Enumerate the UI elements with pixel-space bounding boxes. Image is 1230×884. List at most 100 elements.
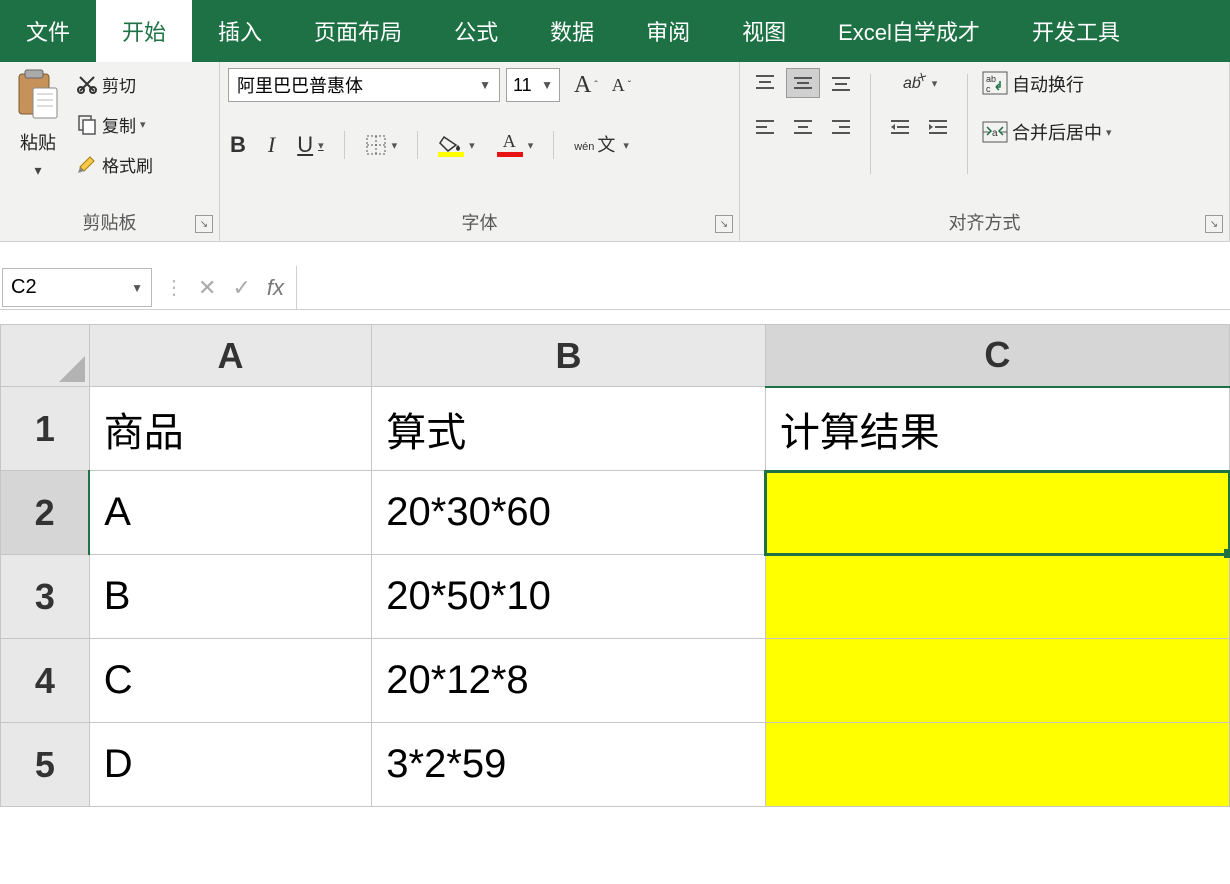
border-icon bbox=[365, 134, 387, 156]
select-all-corner[interactable] bbox=[1, 325, 90, 387]
font-color-icon: A bbox=[497, 133, 523, 157]
cancel-formula-button[interactable]: ✕ bbox=[198, 275, 216, 301]
increase-indent-button[interactable] bbox=[921, 112, 955, 142]
align-center-button[interactable] bbox=[786, 112, 820, 142]
cell-A5[interactable]: D bbox=[89, 723, 372, 807]
spreadsheet-grid: A B C 1 商品 算式 计算结果 2 A 20*30*60 3 B 20*5… bbox=[0, 324, 1230, 807]
paste-dropdown[interactable]: ▾ bbox=[34, 162, 41, 179]
row-header-5[interactable]: 5 bbox=[1, 723, 90, 807]
clipboard-launcher[interactable]: ↘ bbox=[195, 215, 213, 233]
formula-bar[interactable] bbox=[296, 266, 1230, 309]
tab-view[interactable]: 视图 bbox=[716, 0, 812, 62]
paste-icon bbox=[15, 68, 61, 122]
font-size-value: 11 bbox=[513, 75, 532, 96]
wrap-text-label: 自动换行 bbox=[1012, 71, 1084, 97]
tab-insert[interactable]: 插入 bbox=[192, 0, 288, 62]
font-size-select[interactable]: 11 ▼ bbox=[506, 68, 560, 102]
merge-center-button[interactable]: a 合并后居中 ▾ bbox=[980, 116, 1114, 148]
cell-A4[interactable]: C bbox=[89, 639, 372, 723]
border-button[interactable]: ▾ bbox=[363, 132, 400, 158]
fill-color-button[interactable]: ▾ bbox=[436, 131, 477, 159]
italic-button[interactable]: I bbox=[266, 130, 277, 160]
col-header-A[interactable]: A bbox=[89, 325, 372, 387]
col-header-C[interactable]: C bbox=[765, 325, 1229, 387]
cell-C3[interactable] bbox=[765, 555, 1229, 639]
merge-icon: a bbox=[982, 121, 1008, 143]
cut-button[interactable]: 剪切 bbox=[74, 68, 138, 100]
font-name-value: 阿里巴巴普惠体 bbox=[237, 72, 363, 98]
name-box-value: C2 bbox=[11, 276, 37, 299]
cell-B5[interactable]: 3*2*59 bbox=[372, 723, 766, 807]
cell-B3[interactable]: 20*50*10 bbox=[372, 555, 766, 639]
group-clipboard: 粘贴 ▾ 剪切 复制 ▾ 格式刷 剪贴板 ↘ bbox=[0, 62, 220, 241]
copy-button[interactable]: 复制 ▾ bbox=[74, 108, 148, 140]
row-header-3[interactable]: 3 bbox=[1, 555, 90, 639]
fx-button[interactable]: fx bbox=[267, 275, 284, 301]
cell-B1[interactable]: 算式 bbox=[372, 387, 766, 471]
svg-text:c: c bbox=[986, 84, 991, 94]
alignment-launcher[interactable]: ↘ bbox=[1205, 215, 1223, 233]
brush-icon bbox=[76, 153, 98, 175]
copy-label: 复制 bbox=[102, 112, 136, 137]
tab-home[interactable]: 开始 bbox=[96, 0, 192, 62]
cell-A3[interactable]: B bbox=[89, 555, 372, 639]
wrap-text-button[interactable]: abc 自动换行 bbox=[980, 68, 1086, 100]
font-name-select[interactable]: 阿里巴巴普惠体 ▼ bbox=[228, 68, 500, 102]
tab-file[interactable]: 文件 bbox=[0, 0, 96, 62]
wrap-text-icon: abc bbox=[982, 71, 1008, 97]
align-top-button[interactable] bbox=[748, 68, 782, 98]
cell-C4[interactable] bbox=[765, 639, 1229, 723]
font-group-label: 字体 bbox=[228, 203, 731, 241]
tab-custom[interactable]: Excel自学成才 bbox=[812, 0, 1006, 62]
decrease-indent-button[interactable] bbox=[883, 112, 917, 142]
cell-B2[interactable]: 20*30*60 bbox=[372, 471, 766, 555]
font-size-dropdown-icon: ▼ bbox=[541, 78, 553, 92]
cell-A2[interactable]: A bbox=[89, 471, 372, 555]
copy-dropdown[interactable]: ▾ bbox=[140, 118, 146, 131]
alignment-group-label: 对齐方式 bbox=[748, 203, 1221, 241]
font-name-dropdown-icon: ▼ bbox=[479, 78, 491, 92]
cell-C5[interactable] bbox=[765, 723, 1229, 807]
bold-button[interactable]: B bbox=[228, 130, 248, 160]
format-painter-label: 格式刷 bbox=[102, 152, 153, 177]
ribbon-tabs: 文件 开始 插入 页面布局 公式 数据 审阅 视图 Excel自学成才 开发工具 bbox=[0, 0, 1230, 62]
orientation-button[interactable]: ab ▾ bbox=[899, 68, 940, 98]
cell-C1[interactable]: 计算结果 bbox=[765, 387, 1229, 471]
merge-center-label: 合并后居中 bbox=[1012, 119, 1102, 145]
underline-button[interactable]: U▾ bbox=[295, 130, 325, 160]
decrease-font-button[interactable]: Aˇ bbox=[610, 73, 633, 98]
cell-C2[interactable] bbox=[765, 471, 1229, 555]
paste-button[interactable]: 粘贴 ▾ bbox=[8, 68, 68, 179]
tab-data[interactable]: 数据 bbox=[524, 0, 620, 62]
align-bottom-button[interactable] bbox=[824, 68, 858, 98]
cell-B4[interactable]: 20*12*8 bbox=[372, 639, 766, 723]
cell-A1[interactable]: 商品 bbox=[89, 387, 372, 471]
row-header-2[interactable]: 2 bbox=[1, 471, 90, 555]
increase-font-button[interactable]: Aˆ bbox=[572, 70, 600, 101]
scissors-icon bbox=[76, 73, 98, 95]
cut-label: 剪切 bbox=[102, 72, 136, 97]
tab-review[interactable]: 审阅 bbox=[620, 0, 716, 62]
phonetic-button[interactable]: wén 文 bbox=[572, 134, 617, 156]
tab-formula[interactable]: 公式 bbox=[428, 0, 524, 62]
align-middle-button[interactable] bbox=[786, 68, 820, 98]
paste-label: 粘贴 bbox=[20, 129, 56, 155]
row-header-4[interactable]: 4 bbox=[1, 639, 90, 723]
row-header-1[interactable]: 1 bbox=[1, 387, 90, 471]
tab-layout[interactable]: 页面布局 bbox=[288, 0, 428, 62]
tab-developer[interactable]: 开发工具 bbox=[1006, 0, 1146, 62]
enter-formula-button[interactable]: ✓ bbox=[232, 275, 250, 301]
font-launcher[interactable]: ↘ bbox=[715, 215, 733, 233]
group-font: 阿里巴巴普惠体 ▼ 11 ▼ Aˆ Aˇ B I U▾ bbox=[220, 62, 740, 241]
name-box[interactable]: C2 ▼ bbox=[2, 268, 152, 307]
align-left-button[interactable] bbox=[748, 112, 782, 142]
bucket-icon bbox=[438, 133, 464, 157]
col-header-B[interactable]: B bbox=[372, 325, 766, 387]
align-right-button[interactable] bbox=[824, 112, 858, 142]
svg-text:a: a bbox=[992, 128, 998, 139]
copy-icon bbox=[76, 113, 98, 135]
format-painter-button[interactable]: 格式刷 bbox=[74, 148, 155, 180]
font-color-button[interactable]: A ▾ bbox=[495, 131, 536, 159]
group-alignment: ab ▾ abc 自动换行 a 合并后居中 bbox=[740, 62, 1230, 241]
orientation-icon: ab bbox=[901, 70, 927, 96]
